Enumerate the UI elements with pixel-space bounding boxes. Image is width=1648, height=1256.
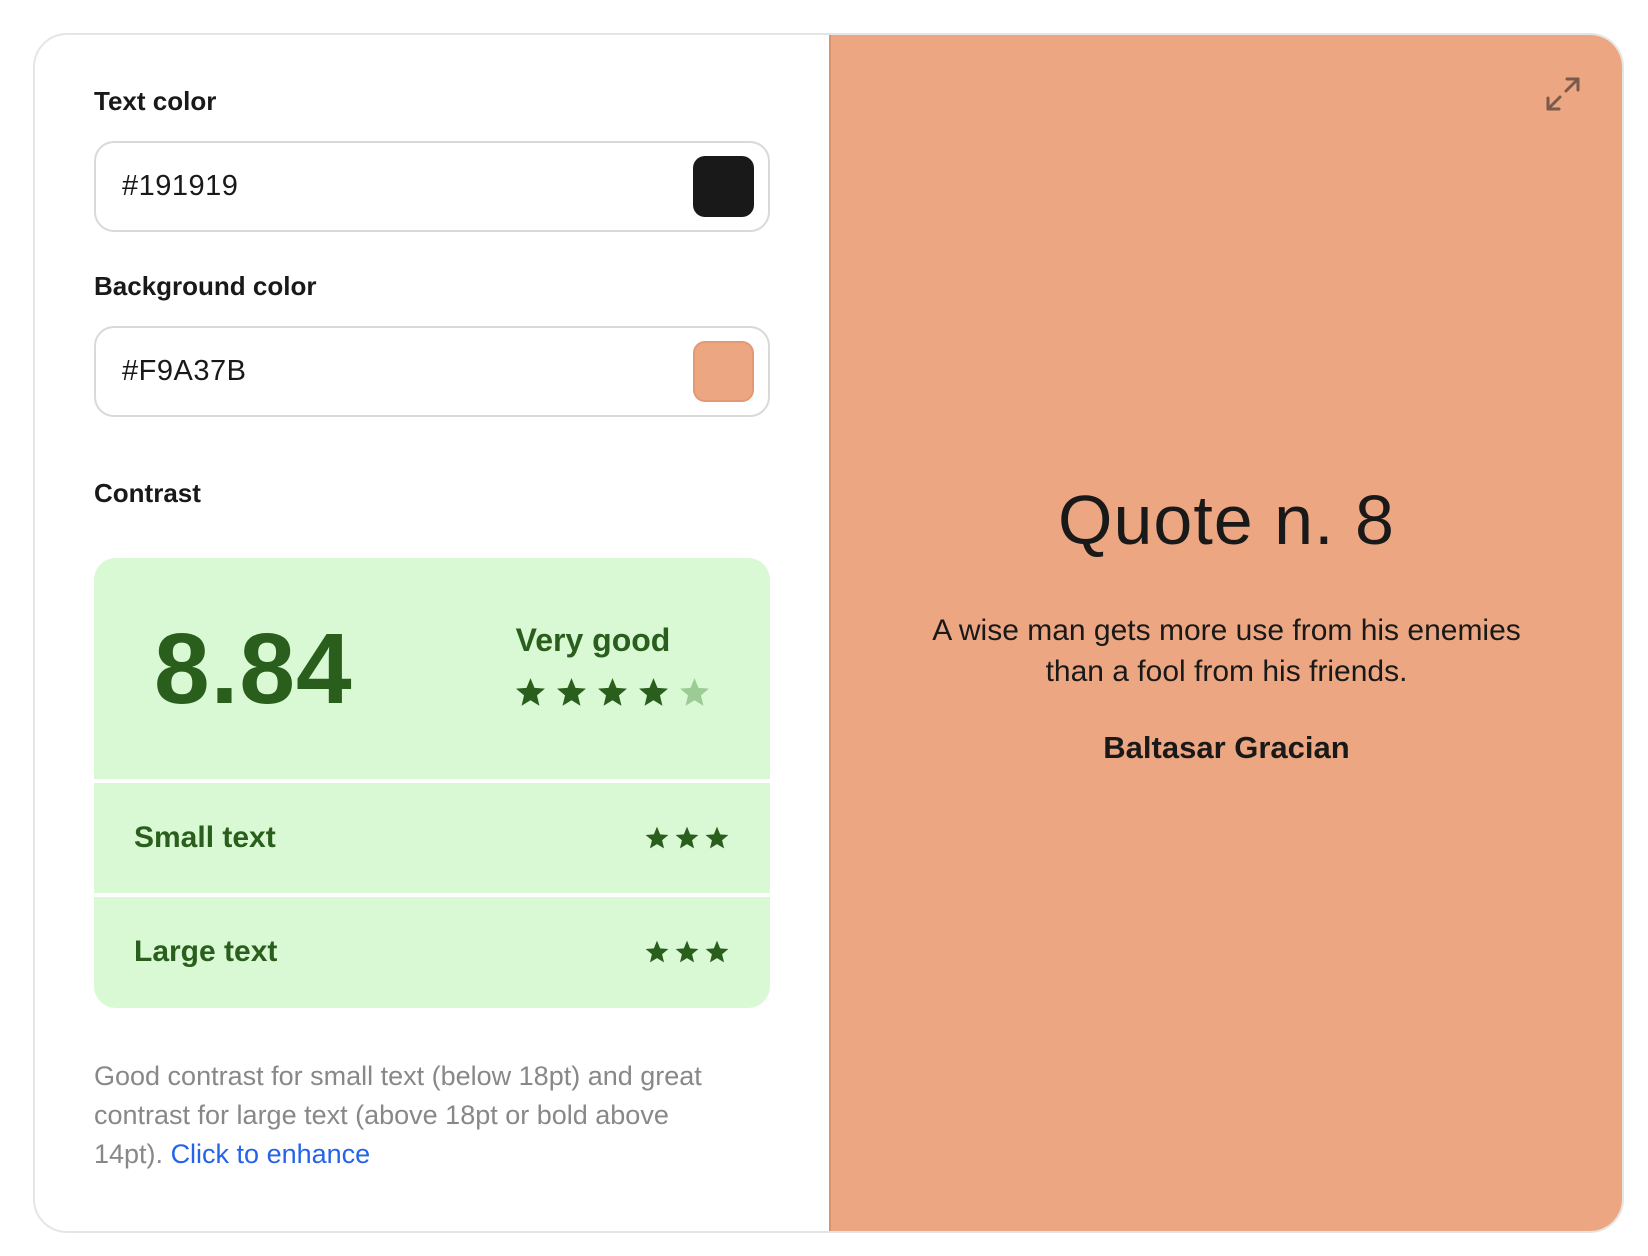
contrast-description: Good contrast for small text (below 18pt… [94, 1057, 734, 1174]
small-text-row: Small text [94, 783, 770, 893]
star-icon [516, 678, 545, 706]
star-icon [645, 826, 669, 849]
star-icon [675, 826, 699, 849]
text-color-value[interactable]: #191919 [122, 170, 693, 203]
contrast-panel: 8.84 Very good Small text Large text [94, 558, 770, 1008]
background-color-field[interactable]: #F9A37B [94, 326, 770, 417]
contrast-score: 8.84 [154, 613, 353, 725]
large-text-row: Large text [94, 897, 770, 1007]
large-text-label: Large text [134, 935, 278, 968]
star-icon [639, 678, 668, 706]
star-icon [705, 940, 729, 963]
background-color-label: Background color [94, 271, 317, 301]
large-text-stars [644, 939, 730, 965]
controls-panel: Text color #191919 Background color #F9A… [35, 35, 829, 1231]
background-color-swatch[interactable] [693, 341, 754, 402]
star-icon [680, 678, 709, 706]
preview-panel: Quote n. 8 A wise man gets more use from… [829, 35, 1622, 1231]
text-color-label: Text color [94, 86, 217, 116]
star-icon [645, 940, 669, 963]
contrast-score-row: 8.84 Very good [94, 558, 770, 779]
star-icon [598, 678, 627, 706]
quote-title: Quote n. 8 [1058, 481, 1395, 559]
small-text-label: Small text [134, 821, 276, 854]
star-icon [557, 678, 586, 706]
enhance-link[interactable]: Click to enhance [171, 1139, 371, 1169]
expand-button[interactable] [1544, 75, 1582, 113]
quote-author: Baltasar Gracian [1103, 730, 1350, 765]
background-color-value[interactable]: #F9A37B [122, 355, 693, 388]
contrast-rating-stars [514, 676, 711, 709]
contrast-label: Contrast [94, 478, 201, 508]
expand-icon [1546, 77, 1580, 111]
star-icon [705, 826, 729, 849]
star-icon [675, 940, 699, 963]
small-text-stars [644, 825, 730, 851]
quote-preview: Quote n. 8 A wise man gets more use from… [831, 478, 1622, 766]
quote-text: A wise man gets more use from his enemie… [932, 614, 1521, 688]
text-color-swatch[interactable] [693, 156, 754, 217]
contrast-rating-label: Very good [515, 622, 671, 658]
contrast-checker-card: Text color #191919 Background color #F9A… [33, 33, 1624, 1233]
text-color-field[interactable]: #191919 [94, 141, 770, 232]
